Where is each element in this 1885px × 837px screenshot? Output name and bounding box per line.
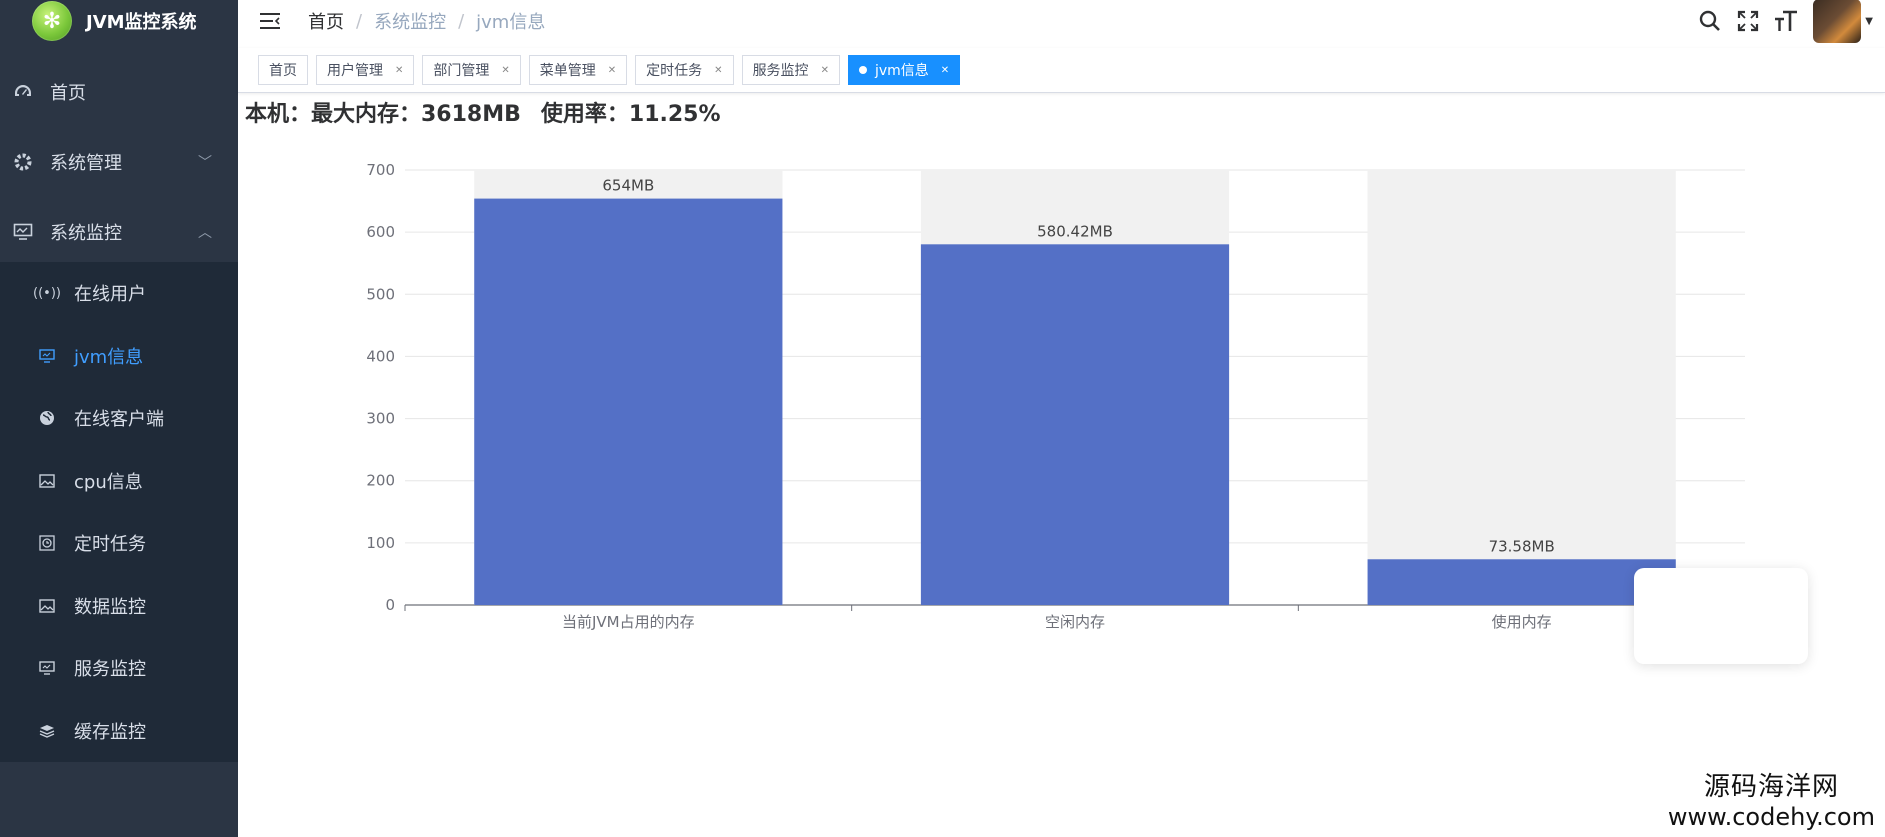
data-label: 73.58MB [1489, 537, 1555, 555]
monitor-icon [12, 221, 34, 243]
breadcrumb-item-jvm-info: jvm信息 [476, 12, 546, 33]
tag-department-management[interactable]: 部门管理 ✕ [422, 55, 521, 85]
screen-icon [38, 659, 56, 677]
x-category-label: 使用内存 [1492, 613, 1552, 631]
tag-scheduled-tasks[interactable]: 定时任务 ✕ [635, 55, 734, 85]
close-icon[interactable]: ✕ [714, 65, 722, 76]
sidebar-item-home[interactable]: 首页 [0, 57, 238, 127]
sidebar-item-label: 服务监控 [74, 659, 146, 681]
sidebar-item-label: 数据监控 [74, 596, 146, 618]
sidebar-item-jvm-info[interactable]: jvm信息 [0, 325, 238, 388]
logo[interactable]: ✻ JVM监控系统 [0, 0, 238, 42]
tag-jvm-info[interactable]: jvm信息 ✕ [847, 55, 961, 85]
breadcrumb: 首页 / 系统监控 / jvm信息 [308, 8, 545, 34]
y-tick-label: 200 [366, 472, 395, 490]
breadcrumb-item-system-monitor: 系统监控 [374, 12, 447, 33]
y-tick-label: 700 [366, 161, 395, 179]
app-title: JVM监控系统 [86, 12, 197, 33]
close-icon[interactable]: ✕ [608, 65, 616, 76]
sidebar-item-label: jvm信息 [74, 346, 144, 368]
y-tick-label: 600 [366, 223, 395, 241]
layers-icon [38, 722, 56, 740]
tag-label: 部门管理 [433, 63, 490, 79]
y-tick-label: 0 [385, 596, 395, 614]
tag-label: 首页 [269, 63, 297, 79]
sidebar-item-service-monitor[interactable]: 服务监控 [0, 637, 238, 700]
timer-icon [38, 534, 56, 552]
sidebar: ✻ JVM监控系统 首页 系统管理 ﹀ 系统监控 ︿ ((•)) 在线用户 jv… [0, 0, 238, 837]
screen-icon [38, 347, 56, 365]
close-icon[interactable]: ✕ [395, 65, 403, 76]
navbar: 首页 / 系统监控 / jvm信息 ▼ [238, 0, 1885, 43]
gear-icon [12, 151, 34, 173]
breadcrumb-separator: / [356, 10, 363, 32]
tag-user-management[interactable]: 用户管理 ✕ [316, 55, 415, 85]
bar [920, 244, 1230, 605]
tag-service-monitor[interactable]: 服务监控 ✕ [741, 55, 840, 85]
sidebar-item-cpu-info[interactable]: cpu信息 [0, 450, 238, 513]
fullscreen-icon[interactable] [1735, 8, 1761, 34]
watermark-line1: 源码海洋网 [1703, 772, 1839, 802]
close-icon[interactable]: ✕ [501, 65, 509, 76]
sidebar-item-online-clients[interactable]: 在线客户端 [0, 387, 238, 450]
signal-icon: ((•)) [33, 285, 61, 301]
submenu-system-monitor: ((•)) 在线用户 jvm信息 在线客户端 cpu信息 定时任务 数据监控 服… [0, 262, 238, 762]
data-label: 580.42MB [1037, 222, 1113, 240]
x-category-label: 空闲内存 [1045, 613, 1105, 631]
watermark: 源码海洋网 www.codehy.com [1668, 766, 1875, 831]
caret-down-icon[interactable]: ▼ [1865, 16, 1873, 27]
sidebar-item-label: 首页 [50, 83, 86, 104]
hamburger-icon[interactable] [258, 9, 282, 33]
navbar-actions: ▼ [1685, 0, 1873, 43]
logo-icon: ✻ [32, 1, 72, 41]
tag-label: 菜单管理 [539, 63, 596, 79]
avatar[interactable] [1813, 0, 1862, 43]
tag-menu-management[interactable]: 菜单管理 ✕ [528, 55, 628, 85]
dashboard-icon [12, 81, 34, 103]
font-size-icon[interactable] [1773, 8, 1799, 34]
sidebar-item-label: 缓存监控 [74, 721, 146, 743]
tags-view: 首页 用户管理 ✕ 部门管理 ✕ 菜单管理 ✕ 定时任务 ✕ 服务监控 ✕ jv… [238, 48, 1885, 93]
tag-label: 定时任务 [646, 63, 703, 79]
sidebar-item-system-management[interactable]: 系统管理 ﹀ [0, 127, 238, 197]
y-tick-label: 500 [366, 285, 395, 303]
bar [1367, 559, 1676, 605]
image-icon [38, 597, 56, 615]
close-icon[interactable]: ✕ [821, 65, 829, 76]
sidebar-item-scheduled-tasks[interactable]: 定时任务 [0, 512, 238, 575]
sidebar-item-label: 定时任务 [74, 534, 146, 556]
y-tick-label: 400 [366, 347, 395, 365]
sidebar-item-label: 系统管理 [50, 153, 122, 174]
floating-card [1634, 568, 1808, 664]
sidebar-item-cache-monitor[interactable]: 缓存监控 [0, 700, 238, 763]
y-tick-label: 300 [366, 410, 395, 428]
globe-icon [38, 409, 56, 427]
chevron-up-icon: ︿ [198, 225, 212, 241]
tag-home[interactable]: 首页 [258, 55, 308, 85]
breadcrumb-separator: / [458, 10, 465, 32]
tag-label: jvm信息 [874, 63, 929, 79]
sidebar-item-label: 在线用户 [74, 284, 146, 306]
sidebar-item-label: cpu信息 [74, 471, 143, 493]
sidebar-item-label: 系统监控 [50, 223, 122, 244]
sidebar-item-data-monitor[interactable]: 数据监控 [0, 575, 238, 638]
sidebar-menu: 首页 系统管理 ﹀ 系统监控 ︿ [0, 57, 238, 267]
chevron-down-icon: ﹀ [198, 155, 212, 171]
sidebar-item-system-monitor[interactable]: 系统监控 ︿ [0, 197, 238, 267]
bar [474, 198, 783, 605]
x-category-label: 当前JVM占用的内存 [562, 613, 695, 631]
sidebar-item-label: 在线客户端 [74, 409, 164, 431]
watermark-line2: www.codehy.com [1667, 803, 1875, 831]
data-label: 654MB [602, 177, 654, 195]
tag-label: 服务监控 [752, 63, 809, 79]
close-icon[interactable]: ✕ [941, 65, 949, 76]
breadcrumb-item-home[interactable]: 首页 [308, 8, 344, 34]
y-tick-label: 100 [366, 534, 395, 552]
image-icon [38, 472, 56, 490]
search-icon[interactable] [1697, 8, 1723, 34]
sidebar-item-online-users[interactable]: ((•)) 在线用户 [0, 262, 238, 325]
tag-label: 用户管理 [327, 63, 383, 79]
active-dot-icon [858, 66, 867, 74]
